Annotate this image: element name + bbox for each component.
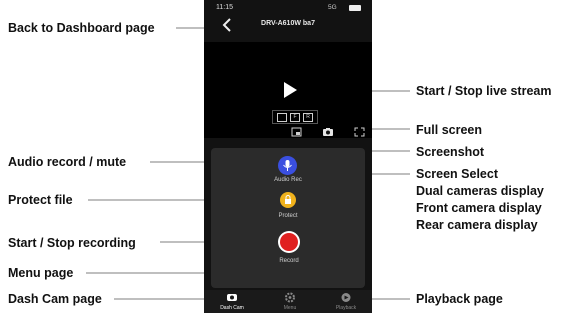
network-indicator: 5G <box>328 4 337 11</box>
label-screen-select: Screen Select <box>416 167 498 181</box>
label-full-screen: Full screen <box>416 123 482 137</box>
label-menu-page: Menu page <box>8 266 74 280</box>
battery-icon <box>349 5 361 11</box>
playback-icon <box>341 293 351 302</box>
protect-label: Protect <box>278 213 298 219</box>
audio-record-button[interactable] <box>278 156 297 175</box>
microphone-icon <box>283 160 292 171</box>
gear-icon <box>285 292 295 303</box>
nav-menu[interactable]: Menu <box>270 290 310 313</box>
label-screenshot: Screenshot <box>416 145 485 159</box>
screen-select-bar: F R <box>272 110 318 124</box>
record-label: Record <box>279 258 299 264</box>
label-protect-file: Protect file <box>8 193 73 207</box>
label-playback-page: Playback page <box>416 292 503 306</box>
fullscreen-button[interactable] <box>354 124 365 142</box>
status-time: 11:15 <box>216 4 233 11</box>
device-title: DRV-A610W ba7 <box>261 20 315 27</box>
label-start-stop-recording: Start / Stop recording <box>8 236 136 250</box>
record-icon <box>280 233 298 251</box>
dual-camera-button[interactable] <box>277 113 287 122</box>
nav-menu-label: Menu <box>283 305 297 311</box>
live-stream-button[interactable] <box>282 81 298 99</box>
rear-camera-button[interactable]: R <box>303 113 313 122</box>
label-front-camera: Front camera display <box>416 201 542 215</box>
label-back-to-dashboard: Back to Dashboard page <box>8 21 155 35</box>
record-button[interactable] <box>278 231 300 253</box>
phone-screen: 11:15 5G DRV-A610W ba7 F R Audio Rec Pro… <box>204 0 372 313</box>
play-icon <box>284 82 297 98</box>
nav-dash-cam[interactable]: Dash Cam <box>212 290 252 313</box>
lock-icon <box>285 195 291 204</box>
label-audio-record: Audio record / mute <box>8 155 127 169</box>
label-rear-camera: Rear camera display <box>416 218 538 232</box>
nav-playback-label: Playback <box>335 305 357 311</box>
screenshot-button[interactable] <box>322 124 334 142</box>
label-dash-cam-page: Dash Cam page <box>8 292 102 306</box>
front-camera-button[interactable]: F <box>290 113 300 122</box>
audio-rec-label: Audio Rec <box>274 177 302 183</box>
screen-select-button[interactable] <box>291 124 302 142</box>
label-dual-cameras: Dual cameras display <box>416 184 544 198</box>
nav-playback[interactable]: Playback <box>326 290 366 313</box>
bottom-nav: Dash Cam Menu Playback <box>204 290 372 313</box>
screen-select-icon <box>291 127 302 137</box>
dash-cam-icon <box>227 294 237 301</box>
camera-icon <box>323 128 333 136</box>
protect-button[interactable] <box>280 192 296 208</box>
fullscreen-icon <box>354 127 365 137</box>
nav-dash-cam-label: Dash Cam <box>220 305 244 311</box>
label-live-stream: Start / Stop live stream <box>416 84 552 98</box>
